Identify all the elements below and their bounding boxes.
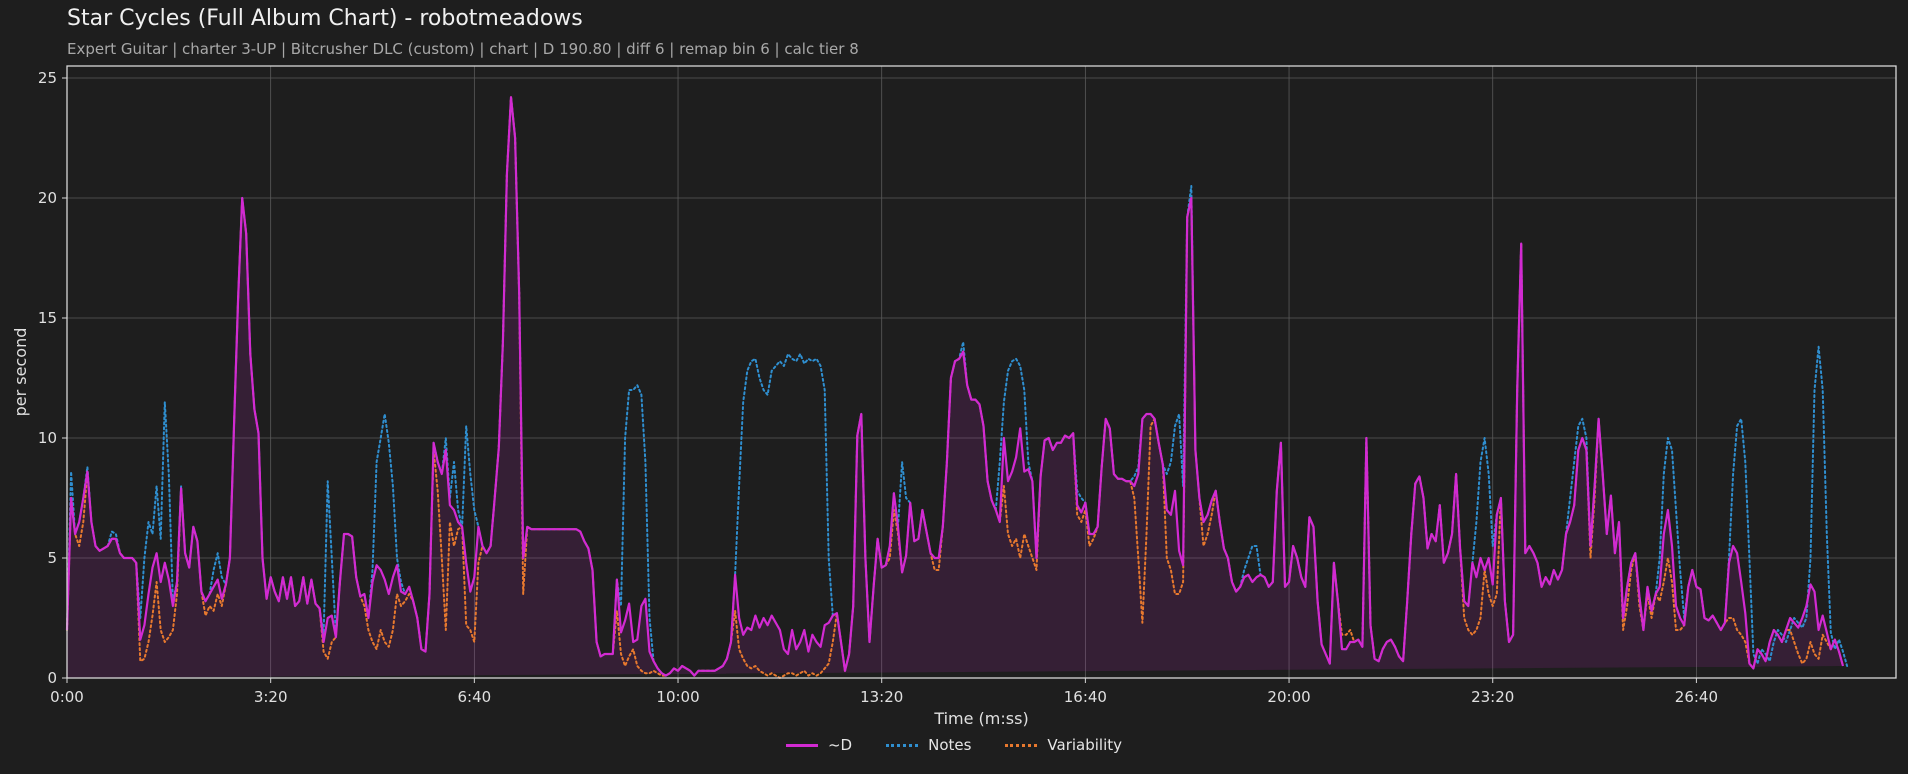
x-tick-label: 0:00	[50, 688, 84, 706]
legend-item-variability: Variability	[1005, 736, 1122, 754]
x-axis-ticks: 0:00 3:20 6:40 10:00 13:20 16:40 20:00 23:20 26:…	[50, 678, 1718, 706]
legend-label-variability: Variability	[1047, 736, 1123, 754]
legend-item-d: ~D	[785, 736, 853, 754]
y-tick-label: 5	[47, 549, 57, 567]
y-tick-label: 25	[38, 69, 57, 87]
y-tick-label: 0	[47, 669, 57, 687]
x-axis-label: Time (m:ss)	[933, 709, 1028, 728]
x-tick-label: 3:20	[254, 688, 288, 706]
x-tick-label: 20:00	[1267, 688, 1310, 706]
legend: ~D Notes Variability	[0, 736, 1908, 754]
chart-svg: 0:00 3:20 6:40 10:00 13:20 16:40 20:00 23:20 26:…	[11, 65, 1897, 728]
x-tick-label: 13:20	[860, 688, 903, 706]
x-tick-label: 16:40	[1064, 688, 1107, 706]
y-axis-label: per second	[11, 328, 30, 417]
legend-swatch-notes	[886, 743, 919, 747]
legend-swatch-variability	[1005, 743, 1038, 747]
legend-item-notes: Notes	[886, 736, 971, 754]
x-tick-label: 6:40	[458, 688, 492, 706]
x-tick-label: 23:20	[1471, 688, 1514, 706]
y-tick-label: 15	[38, 309, 57, 327]
x-tick-label: 26:40	[1675, 688, 1718, 706]
legend-swatch-d	[785, 743, 818, 747]
y-tick-label: 20	[38, 189, 57, 207]
y-axis-ticks: 0 5 10 15 20 25	[38, 69, 67, 687]
x-tick-label: 10:00	[656, 688, 699, 706]
y-tick-label: 10	[38, 429, 57, 447]
legend-label-notes: Notes	[928, 736, 972, 754]
legend-label-d: ~D	[827, 736, 853, 754]
